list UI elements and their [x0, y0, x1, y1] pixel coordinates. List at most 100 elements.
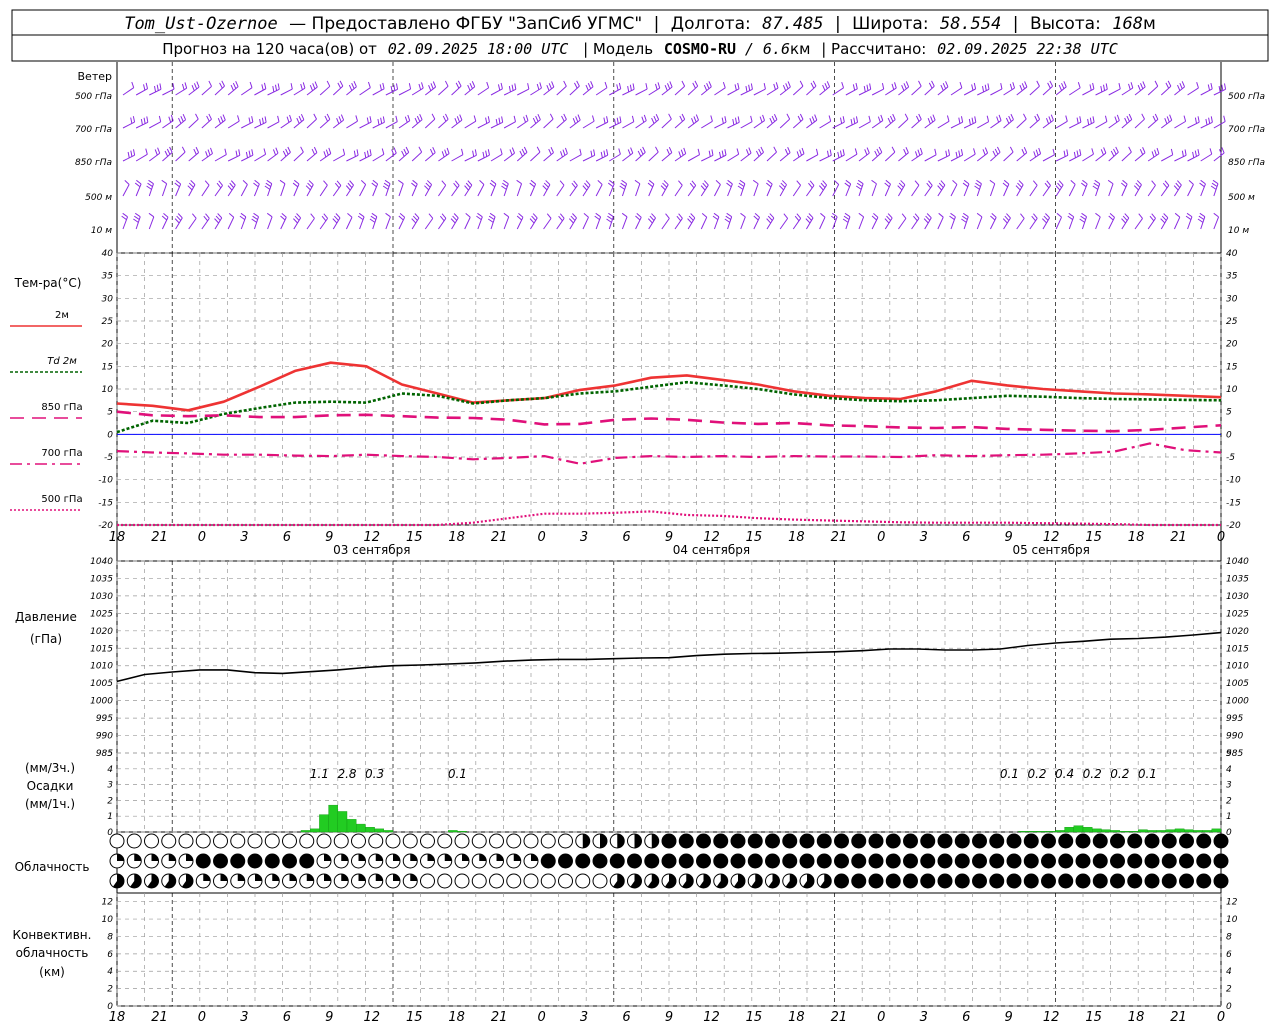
legend-label: 2м	[55, 310, 69, 321]
cloud-fill	[938, 854, 952, 868]
precip-tick-label: 5	[1226, 749, 1232, 759]
wind-barb-feather	[1017, 182, 1023, 188]
precip-bar	[1128, 831, 1139, 833]
wind-barb-feather	[1183, 115, 1187, 122]
wind-barb-feather	[166, 148, 171, 155]
wind-barb-feather	[348, 84, 353, 91]
wind-barb	[819, 120, 831, 129]
pressure-tick-label: 1025	[1226, 609, 1249, 619]
wind-barb-feather	[501, 116, 504, 123]
wind-barb	[963, 88, 976, 96]
wind-barb-feather	[174, 218, 180, 224]
wind-barb-feather	[203, 215, 208, 222]
wind-barb-feather	[697, 148, 701, 155]
wind-barb-feather	[444, 80, 449, 87]
wind-barbs	[121, 80, 1227, 230]
wind-barb-feather	[572, 213, 577, 219]
wind-barb	[175, 119, 186, 129]
wind-barb	[832, 184, 840, 197]
wind-barb-feather	[1009, 146, 1014, 153]
wind-barb-feather	[992, 150, 997, 157]
wind-barb-feather	[210, 147, 213, 154]
wind-barb	[175, 87, 187, 96]
wind-barb-feather	[695, 114, 699, 121]
wind-barb-feather	[498, 117, 501, 124]
wind-barb	[727, 88, 740, 96]
wind-barb	[201, 118, 212, 129]
cloud-fill	[531, 854, 538, 861]
wind-barb	[424, 218, 434, 230]
wind-barb-feather	[818, 185, 824, 191]
wind-barb-feather	[503, 212, 510, 218]
wind-barb-feather	[968, 118, 971, 126]
wind-barb-feather	[143, 84, 146, 91]
header-line2: Прогноз на 120 часа(ов) от 02.09.2025 18…	[162, 40, 1118, 58]
wind-barb-feather	[411, 182, 417, 188]
wind-barb	[517, 120, 529, 129]
time-tick-label: 3	[920, 1010, 928, 1024]
wind-barb-feather	[678, 180, 683, 186]
wind-barb-feather	[960, 149, 964, 156]
precip-total-label: 2.8	[337, 767, 356, 781]
wind-barb-feather	[1063, 81, 1067, 88]
wind-barb-feather	[336, 180, 342, 186]
wind-barb-feather	[172, 83, 175, 90]
cloud-fill	[541, 854, 556, 868]
wind-barb-feather	[683, 147, 687, 154]
time-tick-label: 12	[703, 1010, 720, 1024]
wind-barb-feather	[372, 179, 378, 185]
time-tick-label: 6	[962, 1010, 970, 1024]
wind-barb	[911, 218, 920, 230]
wind-barb	[543, 152, 554, 162]
wind-barb-feather	[826, 150, 830, 157]
cloud-fill	[834, 834, 849, 848]
wind-barb-feather	[379, 84, 382, 91]
wind-barb-feather	[312, 83, 316, 90]
wind-barb-feather	[465, 182, 471, 188]
wind-barb-feather	[560, 151, 563, 158]
wind-barb-feather	[477, 212, 483, 218]
wind-barb-feather	[158, 115, 162, 122]
wind-barb-feather	[1079, 218, 1085, 223]
cloud-fill	[817, 834, 832, 848]
wind-barb-feather	[1210, 185, 1217, 190]
wind-barb-feather	[280, 215, 286, 221]
wind-barb	[241, 121, 254, 129]
pressure-tick-label: 1035	[90, 574, 113, 584]
lat-value: 58.554	[940, 14, 1001, 34]
wind-barb-feather	[529, 218, 535, 224]
wind-barb	[398, 120, 411, 129]
wind-barb	[635, 120, 647, 129]
wind-barb-feather	[467, 180, 473, 186]
wind-barb	[805, 217, 814, 230]
wind-barb-feather	[807, 215, 812, 221]
wind-barb	[622, 152, 634, 162]
wind-barb	[161, 183, 168, 197]
wind-barb-feather	[653, 115, 657, 122]
wind-barb-feather	[486, 81, 490, 88]
wind-barb-feather	[424, 185, 430, 191]
wind-barb-feather	[901, 84, 905, 91]
wind-barb	[819, 86, 830, 96]
wind-barb-feather	[595, 212, 601, 218]
wind-barb-feather	[771, 115, 776, 122]
cloud-fill	[679, 854, 694, 868]
cloud-fill	[817, 854, 832, 868]
precip-bar	[1064, 827, 1074, 833]
wind-barb-feather	[311, 148, 316, 155]
wind-barb	[1003, 119, 1014, 129]
wind-barb-feather	[1122, 215, 1128, 221]
wind-barb-feather	[1186, 212, 1193, 218]
wind-level-label: 850 гПа	[75, 158, 112, 168]
time-tick-label: 9	[665, 1010, 673, 1024]
wind-barb	[214, 185, 223, 197]
wind-barb	[332, 119, 344, 129]
wind-barb-feather	[326, 113, 331, 120]
conv-tick-label: 10	[1226, 915, 1238, 925]
wind-barb-feather	[1058, 180, 1064, 186]
wind-barb-feather	[266, 212, 273, 218]
wind-barb-feather	[767, 179, 773, 185]
wind-barb-feather	[497, 84, 501, 91]
wind-barb	[398, 88, 411, 96]
cloud-fill	[989, 834, 1004, 848]
